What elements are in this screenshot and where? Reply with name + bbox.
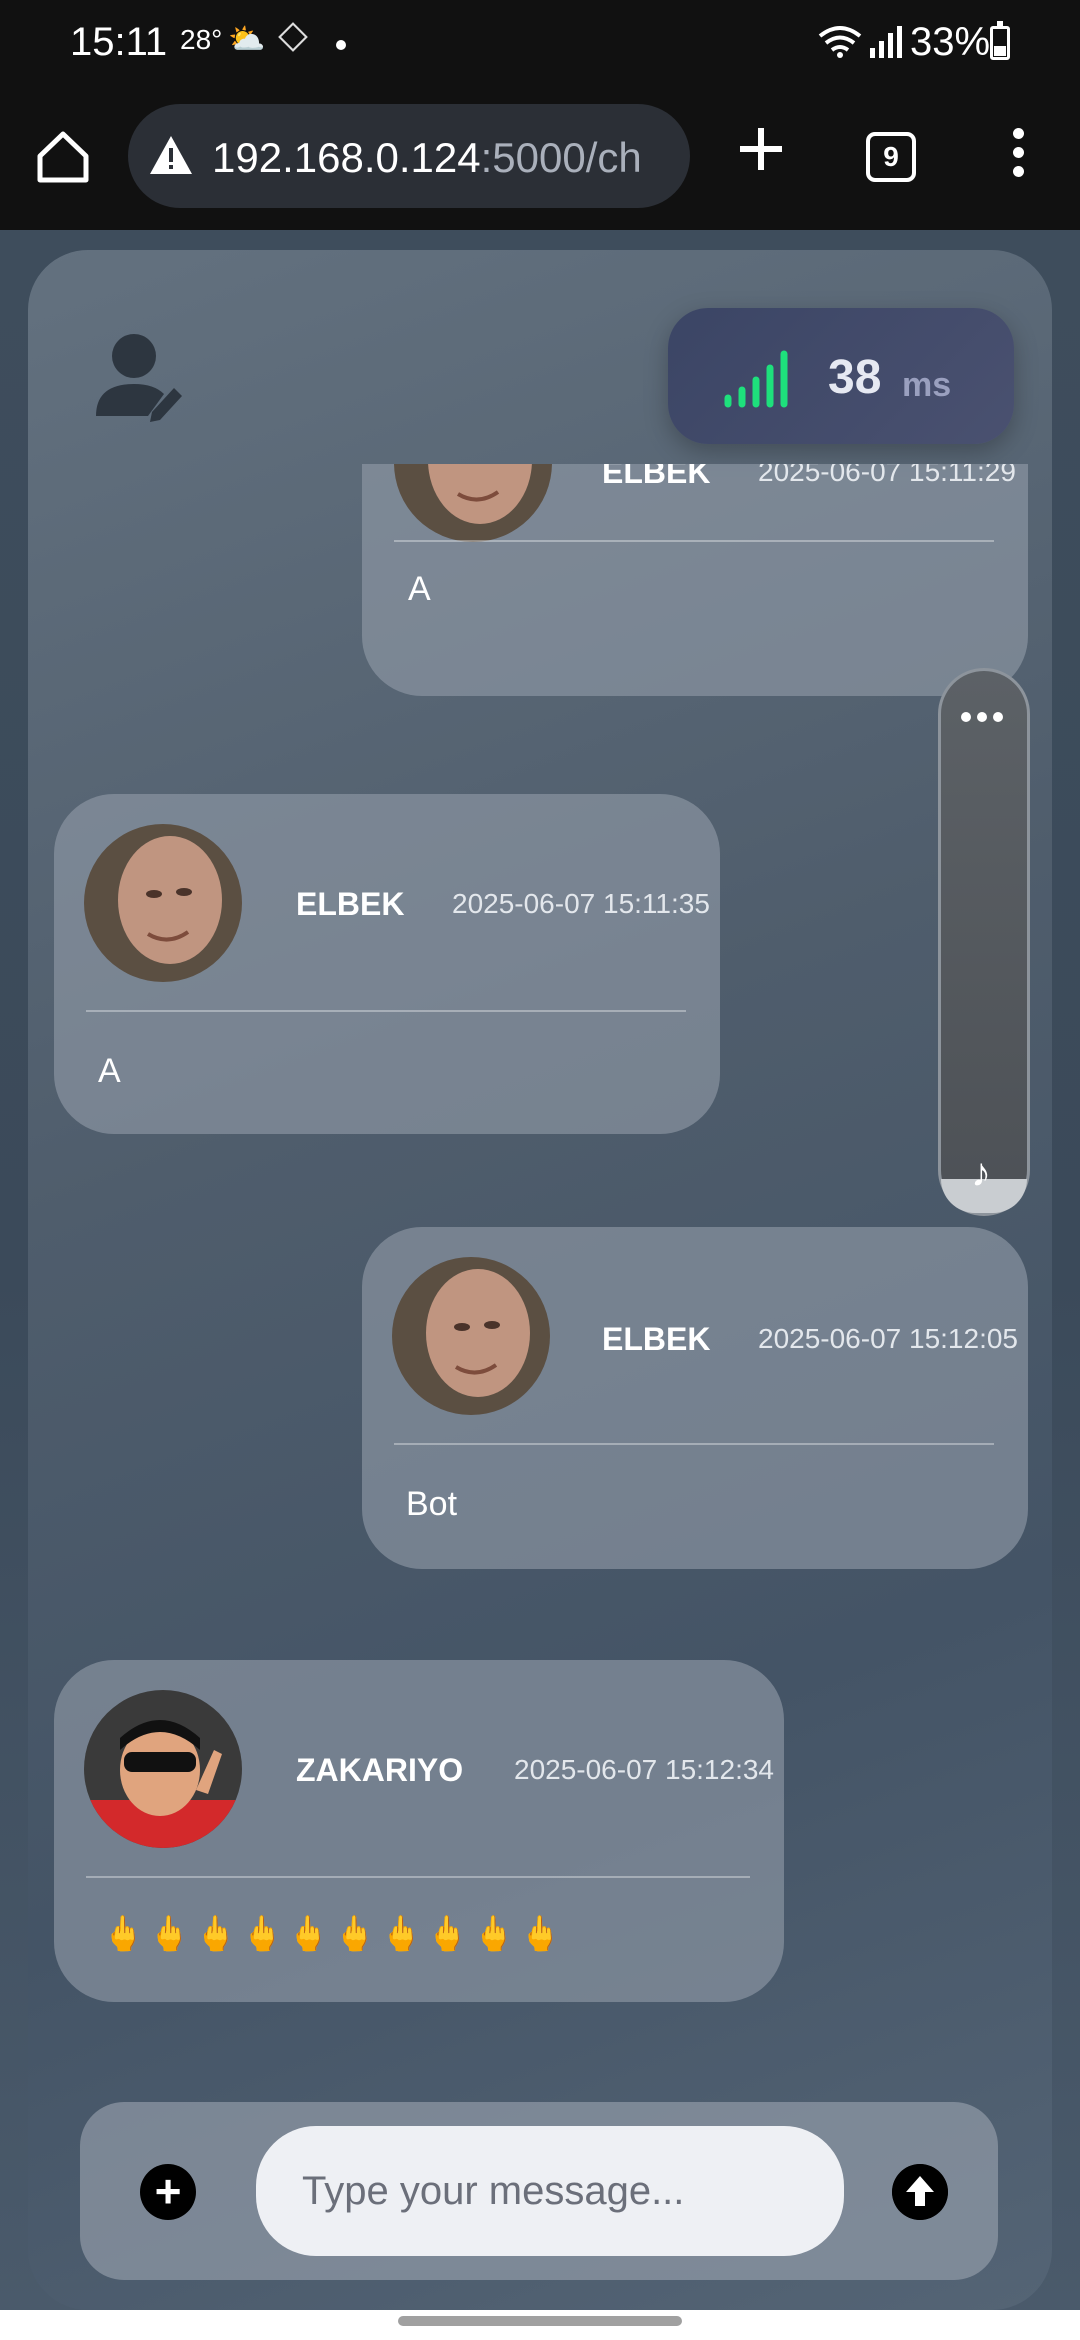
weather-icon: ⛅ (228, 23, 266, 56)
message-bubble: ELBEK 2025-06-07 15:12:05 Bot (362, 1227, 1028, 1569)
message-time: 2025-06-07 15:12:34 (514, 1754, 774, 1785)
message-time: 2025-06-07 15:11:35 (452, 888, 710, 919)
message-bubble: ELBEK 2025-06-07 15:11:35 A (54, 794, 720, 1134)
browser-toolbar: 192.168.0.124:5000/ch 9 (0, 88, 1080, 230)
message-author: ZAKARIYO (296, 1752, 464, 1788)
status-temperature: 28° (180, 24, 223, 55)
avatar (392, 1257, 550, 1415)
ping-value: 38 (828, 351, 882, 404)
ping-unit: ms (902, 366, 952, 404)
more-options-icon[interactable] (961, 709, 1013, 723)
avatar (394, 464, 552, 542)
status-bar: 15:11 28° ⛅ 33% (0, 0, 1080, 88)
home-icon[interactable] (30, 124, 96, 190)
tab-switcher-button[interactable]: 9 (866, 132, 916, 182)
message-list[interactable]: ELBEK 2025-06-07 15:11:29 A ELBEK 2025-0… (28, 464, 1052, 2064)
notification-dot-icon (336, 40, 346, 50)
new-tab-icon[interactable] (736, 124, 786, 174)
message-text: 🖕🖕🖕🖕🖕🖕🖕🖕🖕🖕 (102, 1915, 566, 1953)
wifi-icon (818, 26, 862, 58)
web-page: 38 ms ELBEK 2025-06-07 15:11:29 A ELBEK … (0, 230, 1080, 2310)
message-input[interactable] (256, 2126, 844, 2256)
message-time: 2025-06-07 15:12:05 (758, 1323, 1018, 1354)
avatar (84, 1690, 242, 1848)
battery-percent: 33% (910, 20, 991, 64)
message-text: A (408, 570, 431, 608)
music-player-handle[interactable]: ♪ (938, 668, 1030, 1216)
avatar (84, 824, 242, 982)
message-divider (394, 1443, 994, 1445)
message-composer: + (80, 2102, 998, 2280)
url-path: :5000/ch (480, 134, 642, 181)
navigation-bar (0, 2310, 1080, 2340)
send-button[interactable] (892, 2164, 948, 2220)
home-gesture-handle[interactable] (398, 2316, 682, 2326)
status-time: 15:11 (70, 20, 168, 64)
chat-app: 38 ms ELBEK 2025-06-07 15:11:29 A ELBEK … (28, 250, 1052, 2310)
address-bar[interactable]: 192.168.0.124:5000/ch (128, 104, 690, 208)
message-text: A (98, 1052, 121, 1090)
message-divider (394, 540, 994, 542)
message-author: ELBEK (602, 1321, 711, 1357)
battery-icon (990, 21, 1010, 60)
message-divider (86, 1876, 750, 1878)
message-time: 2025-06-07 15:11:29 (758, 464, 1016, 487)
message-author: ELBEK (602, 464, 711, 490)
more-menu-icon[interactable] (1006, 128, 1030, 188)
music-note-icon[interactable]: ♪ (971, 1151, 991, 1196)
message-bubble: ELBEK 2025-06-07 15:11:29 A (362, 464, 1028, 696)
url-host: 192.168.0.124 (212, 134, 481, 181)
message-author: ELBEK (296, 886, 405, 922)
message-bubble: ZAKARIYO 2025-06-07 15:12:34 🖕🖕🖕🖕🖕🖕🖕🖕🖕🖕 (54, 1660, 784, 2002)
ping-indicator: 38 ms (668, 308, 1014, 444)
url-text: 192.168.0.124:5000/ch (212, 134, 682, 182)
message-divider (86, 1010, 686, 1012)
add-attachment-button[interactable]: + (140, 2164, 196, 2220)
user-edit-icon[interactable] (94, 330, 184, 426)
app-notification-icon (278, 22, 308, 52)
signal-icon (870, 26, 902, 58)
signal-strength-icon (724, 350, 788, 408)
warning-icon (150, 136, 192, 174)
message-text: Bot (406, 1485, 458, 1523)
